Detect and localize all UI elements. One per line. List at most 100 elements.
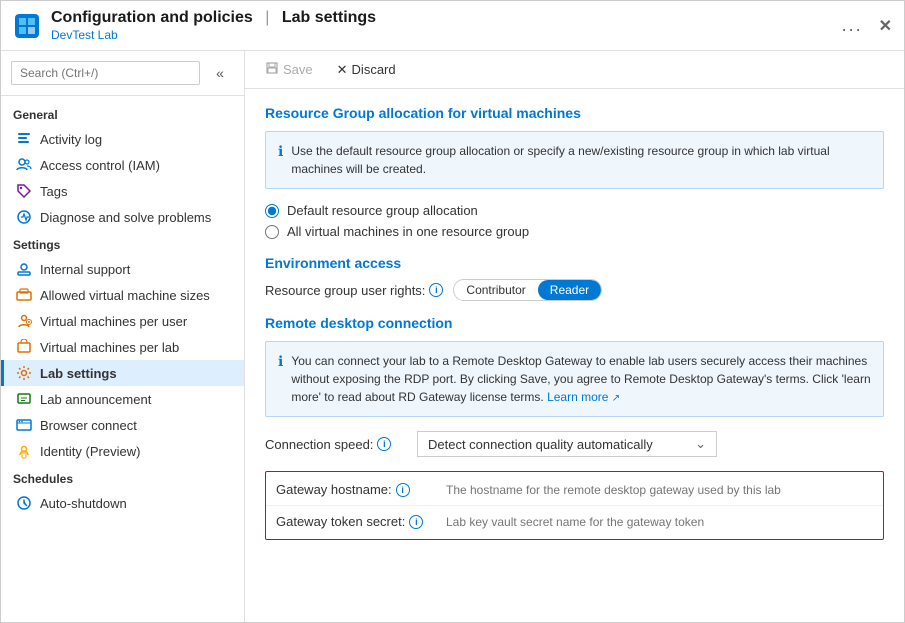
rg-user-rights-info-icon[interactable]: i: [429, 283, 443, 297]
more-options-button[interactable]: ...: [842, 15, 863, 36]
vm-per-lab-icon: [16, 339, 32, 355]
sidebar-label-vm-per-lab: Virtual machines per lab: [40, 340, 179, 355]
environment-access-title: Environment access: [265, 255, 884, 271]
remote-desktop-info-box: ℹ You can connect your lab to a Remote D…: [265, 341, 884, 417]
external-link-icon: ↗: [612, 393, 620, 404]
learn-more-link[interactable]: Learn more: [547, 390, 608, 404]
sidebar-section-settings: Settings: [1, 230, 244, 256]
content-body: Resource Group allocation for virtual ma…: [245, 89, 904, 622]
sidebar-label-identity-preview: Identity (Preview): [40, 444, 140, 459]
gateway-hostname-info-icon[interactable]: i: [396, 483, 410, 497]
sidebar-item-vm-per-user[interactable]: Virtual machines per user: [1, 308, 244, 334]
sidebar-label-allowed-vm-sizes: Allowed virtual machine sizes: [40, 288, 210, 303]
reader-toggle[interactable]: Reader: [538, 280, 601, 300]
connection-speed-label: Connection speed: i: [265, 437, 405, 452]
save-button[interactable]: Save: [261, 59, 317, 80]
tags-icon: [16, 183, 32, 199]
gateway-hostname-input[interactable]: [446, 483, 873, 497]
access-control-icon: [16, 157, 32, 173]
sidebar-label-browser-connect: Browser connect: [40, 418, 137, 433]
radio-default-rg-input[interactable]: [265, 204, 279, 218]
info-icon-2: ℹ: [278, 353, 283, 406]
gateway-token-label: Gateway token secret: i: [276, 514, 436, 529]
gateway-token-info-icon[interactable]: i: [409, 515, 423, 529]
gateway-token-input[interactable]: [446, 515, 873, 529]
main-title: Configuration and policies: [51, 9, 253, 26]
info-box-2-text: You can connect your lab to a Remote Des…: [291, 352, 871, 406]
radio-all-one-rg-label: All virtual machines in one resource gro…: [287, 224, 529, 239]
content-area: Save ✕ Discard Resource Group allocation…: [245, 51, 904, 622]
sidebar-item-auto-shutdown[interactable]: Auto-shutdown: [1, 490, 244, 516]
breadcrumb[interactable]: DevTest Lab: [51, 28, 842, 42]
connection-speed-dropdown[interactable]: Detect connection quality automatically …: [417, 431, 717, 457]
app-icon: [13, 12, 41, 40]
connection-speed-value: Detect connection quality automatically: [428, 437, 653, 452]
discard-button[interactable]: ✕ Discard: [333, 60, 400, 80]
sidebar-section-general: General: [1, 100, 244, 126]
search-input[interactable]: [11, 61, 200, 85]
browser-connect-icon: [16, 417, 32, 433]
main-layout: « General Activity log Access control (I…: [1, 51, 904, 622]
sidebar-item-internal-support[interactable]: Internal support: [1, 256, 244, 282]
contributor-toggle[interactable]: Contributor: [454, 280, 537, 300]
sidebar-scroll: General Activity log Access control (IAM…: [1, 96, 244, 622]
sidebar-item-lab-settings[interactable]: Lab settings: [1, 360, 244, 386]
sidebar-label-lab-settings: Lab settings: [40, 366, 117, 381]
allowed-vm-sizes-icon: [16, 287, 32, 303]
gateway-hostname-label: Gateway hostname: i: [276, 482, 436, 497]
vm-per-user-icon: [16, 313, 32, 329]
radio-all-one-rg-input[interactable]: [265, 225, 279, 239]
gateway-section: Gateway hostname: i Gateway token secret…: [265, 471, 884, 540]
sidebar-item-allowed-vm-sizes[interactable]: Allowed virtual machine sizes: [1, 282, 244, 308]
title-separator: |: [265, 9, 269, 26]
sub-title: Lab settings: [282, 9, 376, 26]
save-icon: [265, 61, 279, 78]
sidebar-item-diagnose[interactable]: Diagnose and solve problems: [1, 204, 244, 230]
chevron-down-icon: ⌄: [695, 436, 706, 452]
sidebar-item-access-control[interactable]: Access control (IAM): [1, 152, 244, 178]
internal-support-icon: [16, 261, 32, 277]
sidebar-label-diagnose: Diagnose and solve problems: [40, 210, 211, 225]
sidebar-label-access-control: Access control (IAM): [40, 158, 160, 173]
sidebar-label-vm-per-user: Virtual machines per user: [40, 314, 187, 329]
save-label: Save: [283, 62, 313, 77]
identity-preview-icon: [16, 443, 32, 459]
connection-speed-info-icon[interactable]: i: [377, 437, 391, 451]
info-box-1-text: Use the default resource group allocatio…: [291, 142, 871, 178]
sidebar: « General Activity log Access control (I…: [1, 51, 245, 622]
sidebar-section-schedules: Schedules: [1, 464, 244, 490]
window-title: Configuration and policies | Lab setting…: [51, 9, 842, 27]
sidebar-item-activity-log[interactable]: Activity log: [1, 126, 244, 152]
lab-announcement-icon: [16, 391, 32, 407]
lab-settings-icon: [16, 365, 32, 381]
sidebar-label-tags: Tags: [40, 184, 67, 199]
resource-group-title: Resource Group allocation for virtual ma…: [265, 105, 884, 121]
sidebar-label-internal-support: Internal support: [40, 262, 130, 277]
gateway-hostname-row: Gateway hostname: i: [266, 474, 883, 506]
sidebar-item-identity-preview[interactable]: Identity (Preview): [1, 438, 244, 464]
title-section: Configuration and policies | Lab setting…: [51, 9, 842, 42]
role-toggle-group: Contributor Reader: [453, 279, 602, 301]
radio-all-one-rg[interactable]: All virtual machines in one resource gro…: [265, 224, 884, 239]
resource-group-radio-group: Default resource group allocation All vi…: [265, 203, 884, 239]
radio-default-rg[interactable]: Default resource group allocation: [265, 203, 884, 218]
resource-group-info-box: ℹ Use the default resource group allocat…: [265, 131, 884, 189]
rg-user-rights-label: Resource group user rights: i: [265, 283, 443, 298]
sidebar-search-area: «: [1, 51, 244, 96]
sidebar-label-lab-announcement: Lab announcement: [40, 392, 151, 407]
sidebar-item-browser-connect[interactable]: Browser connect: [1, 412, 244, 438]
remote-desktop-title: Remote desktop connection: [265, 315, 884, 331]
gateway-token-row: Gateway token secret: i: [266, 506, 883, 537]
auto-shutdown-icon: [16, 495, 32, 511]
sidebar-item-tags[interactable]: Tags: [1, 178, 244, 204]
sidebar-item-lab-announcement[interactable]: Lab announcement: [1, 386, 244, 412]
close-button[interactable]: ✕: [879, 16, 892, 36]
collapse-sidebar-button[interactable]: «: [206, 59, 234, 87]
activity-log-icon: [16, 131, 32, 147]
toolbar: Save ✕ Discard: [245, 51, 904, 89]
window: Configuration and policies | Lab setting…: [0, 0, 905, 623]
discard-icon: ✕: [337, 62, 348, 78]
sidebar-item-vm-per-lab[interactable]: Virtual machines per lab: [1, 334, 244, 360]
radio-default-rg-label: Default resource group allocation: [287, 203, 478, 218]
discard-label: Discard: [352, 62, 396, 77]
